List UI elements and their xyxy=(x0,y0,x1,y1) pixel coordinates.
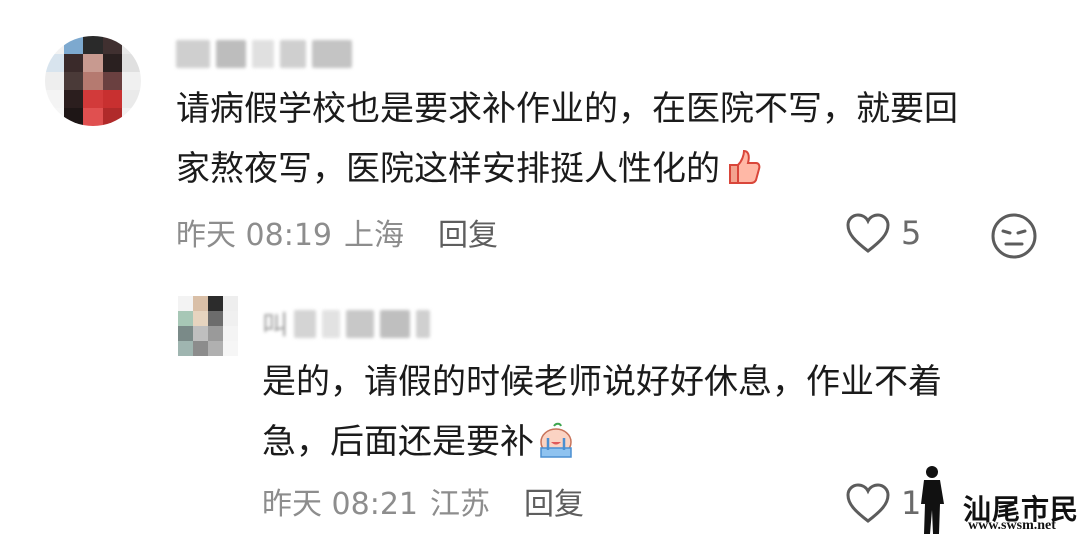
reply-button[interactable]: 回复 xyxy=(438,210,498,254)
comment-meta: 昨天 08:21 江苏 回复 xyxy=(262,479,584,523)
comment-line: 急，后面还是要补 xyxy=(262,412,1042,472)
watermark-url: www.swsm.net xyxy=(968,518,1056,533)
location: 江苏 xyxy=(430,487,490,522)
like-button[interactable]: 5 xyxy=(845,212,921,254)
username-prefix: 叫 xyxy=(262,311,289,341)
comment-meta: 昨天 08:19 上海 回复 xyxy=(176,210,498,254)
crying-emoji-icon xyxy=(540,422,572,458)
comment-line: 请病假学校也是要求补作业的，在医院不写，就要回 xyxy=(176,89,958,129)
dislike-face-icon[interactable] xyxy=(990,212,1038,260)
person-silhouette-icon xyxy=(921,466,944,534)
comment-text: 是的，请假的时候老师说好好休息，作业不着 急，后面还是要补 xyxy=(262,352,1042,472)
heart-icon[interactable] xyxy=(845,212,891,254)
thumbs-up-emoji-icon xyxy=(729,149,761,184)
comment-line: 是的，请假的时候老师说好好休息，作业不着 xyxy=(262,362,942,402)
avatar[interactable] xyxy=(178,296,238,356)
reply-button[interactable]: 回复 xyxy=(524,479,584,523)
heart-icon[interactable] xyxy=(845,482,891,524)
like-button[interactable]: 1 xyxy=(845,482,921,524)
timestamp: 昨天 08:19 xyxy=(176,218,332,253)
username-blurred[interactable]: 叫 xyxy=(262,305,431,342)
timestamp: 昨天 08:21 xyxy=(262,487,418,522)
avatar[interactable] xyxy=(45,36,141,126)
comment-text: 请病假学校也是要求补作业的，在医院不写，就要回 家熬夜写，医院这样安排挺人性化的 xyxy=(176,79,1056,199)
location: 上海 xyxy=(344,218,404,253)
like-count: 5 xyxy=(901,214,922,252)
username-blurred[interactable] xyxy=(176,40,352,68)
comment-line: 家熬夜写，医院这样安排挺人性化的 xyxy=(176,139,1056,199)
